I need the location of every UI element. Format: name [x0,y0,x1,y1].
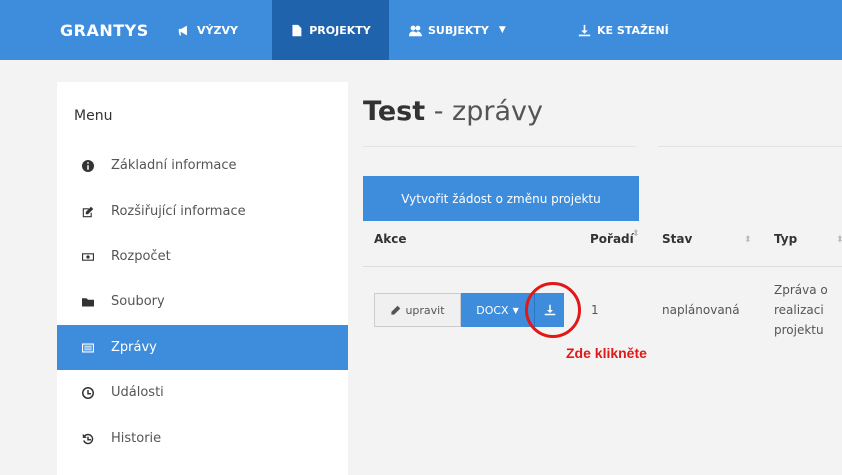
title-divider-gap [636,146,658,147]
sidebar-item-label: Události [111,385,164,400]
sidebar-item-label: Zprávy [111,340,157,355]
file-icon [292,24,302,36]
sort-icon[interactable]: ⬍ [836,235,842,245]
cell-status: naplánovaná [662,303,740,317]
create-change-request-button[interactable]: Vytvořit žádost o změnu projektu [363,176,639,221]
sidebar: Menu Základní informace Rozšiřující info… [57,82,348,475]
nav-subjekty[interactable]: SUBJEKTY ▼ [409,0,506,60]
sidebar-title: Menu [74,108,113,124]
nav-ke-stazeni[interactable]: KE STAŽENÍ [578,0,669,60]
folder-icon [81,295,95,309]
column-header-poradi[interactable]: Pořadí [590,232,634,246]
sidebar-item-label: Historie [111,431,162,446]
sidebar-item-zpravy[interactable]: Zprávy [57,325,348,370]
cell-type-line: realizaci [774,303,824,317]
column-header-akce[interactable]: Akce [374,232,407,246]
sort-icon[interactable]: ⬍ [632,229,640,239]
sidebar-item-historie[interactable]: Historie [57,416,348,461]
sidebar-item-rozsirujici-informace[interactable]: Rozšiřující informace [57,189,348,234]
cell-type-line: Zpráva o [774,283,828,297]
sidebar-item-label: Soubory [111,294,165,309]
chevron-down-icon: ▼ [498,25,506,35]
column-header-typ[interactable]: Typ [774,232,797,246]
nav-projekty-label: PROJEKTY [309,23,371,37]
title-divider [363,146,842,147]
cell-type: Zpráva o realizaci projektu [774,280,828,340]
column-header-stav[interactable]: Stav [662,232,692,246]
chevron-down-icon: ▼ [512,305,519,315]
top-navbar: GRANTYS VÝZVY PROJEKTY SUBJEKTY ▼ KE STA… [0,0,842,60]
nav-vyzvy[interactable]: VÝZVY [178,0,238,60]
download-icon [578,24,591,36]
page-title-project: Test [363,96,426,127]
history-icon [81,432,95,446]
cell-type-line: projektu [774,323,824,337]
list-icon [81,341,95,355]
sidebar-item-zakladni-informace[interactable]: Základní informace [57,143,348,188]
cell-order: 1 [591,303,599,317]
table-header-divider [363,266,842,267]
money-icon [81,250,95,264]
edit-button-label: upravit [405,303,445,317]
clock-icon [81,386,95,400]
nav-vyzvy-label: VÝZVY [197,23,238,37]
annotation-label: Zde klikněte [566,345,647,361]
nav-subjekty-label: SUBJEKTY [428,23,489,37]
sidebar-item-soubory[interactable]: Soubory [57,279,348,324]
users-icon [409,25,422,36]
page-title: Test - zprávy [363,96,543,127]
pencil-icon [391,305,401,315]
docx-button-label: DOCX [476,303,509,317]
sort-icon[interactable]: ⬍ [744,235,752,245]
bullhorn-icon [178,25,187,35]
docx-dropdown-button[interactable]: DOCX ▼ [461,293,534,327]
sidebar-item-udalosti[interactable]: Události [57,370,348,415]
nav-projekty[interactable]: PROJEKTY [272,0,389,60]
brand-logo[interactable]: GRANTYS [60,0,149,60]
info-icon [81,159,95,173]
sidebar-item-label: Rozpočet [111,249,171,264]
edit-button[interactable]: upravit [374,293,461,327]
annotation-circle [525,282,581,338]
page-title-section: - zprávy [425,96,543,127]
nav-ke-stazeni-label: KE STAŽENÍ [597,23,669,37]
sidebar-item-label: Základní informace [111,158,237,173]
edit-icon [81,205,95,219]
sidebar-item-rozpocet[interactable]: Rozpočet [57,234,348,279]
sidebar-item-label: Rozšiřující informace [111,204,246,219]
